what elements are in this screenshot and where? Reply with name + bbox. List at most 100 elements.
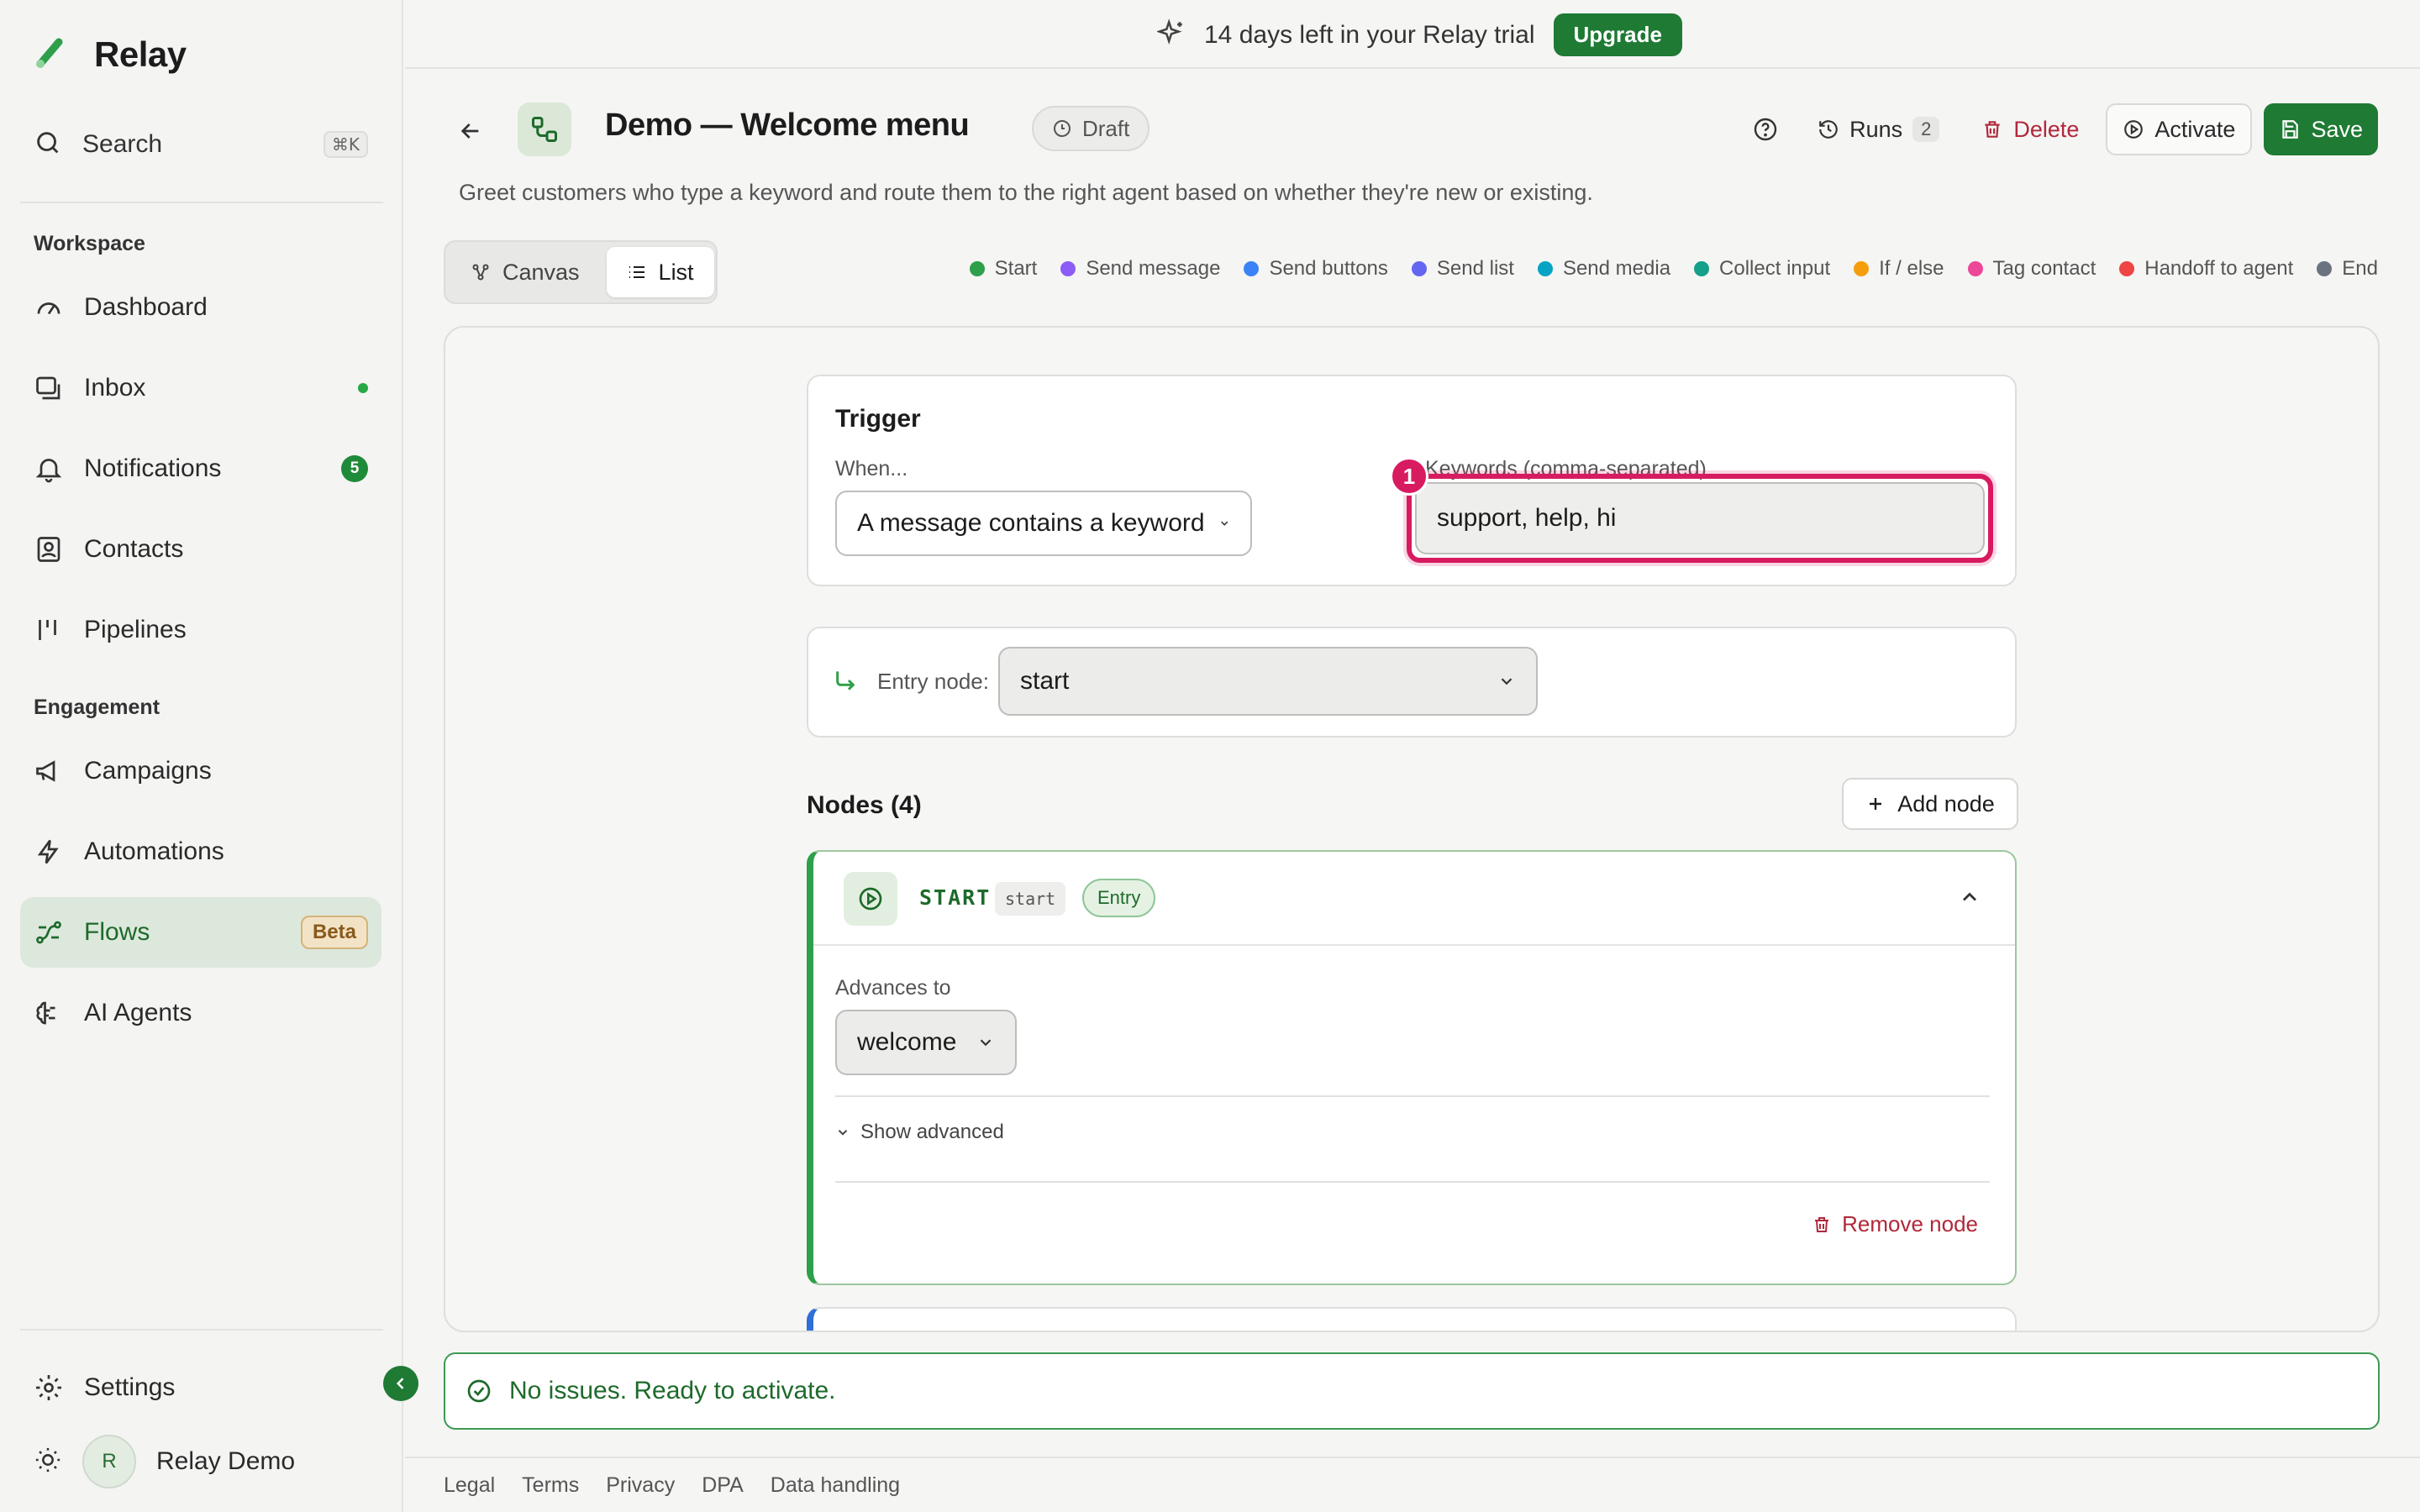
add-node-button[interactable]: Add node bbox=[1842, 778, 2018, 830]
node-card-start: START start Entry Advances to welcome Sh… bbox=[807, 850, 2017, 1285]
flow-description: Greet customers who type a keyword and r… bbox=[459, 180, 1593, 205]
sidebar-item-contacts[interactable]: Contacts bbox=[20, 514, 381, 585]
back-button[interactable] bbox=[454, 114, 487, 148]
divider bbox=[835, 1095, 1990, 1097]
sidebar-item-label: Settings bbox=[84, 1373, 176, 1401]
legend-item: Tag contact bbox=[1967, 257, 2096, 281]
legend-dot bbox=[1854, 261, 1870, 276]
legend-label: Start bbox=[994, 257, 1038, 280]
legend-label: Handoff to agent bbox=[2144, 257, 2294, 280]
chevron-left-icon bbox=[396, 1378, 404, 1389]
entry-node-label: Entry node: bbox=[877, 669, 989, 694]
tab-label: Canvas bbox=[502, 259, 580, 285]
trigger-when-select[interactable]: A message contains a keyword bbox=[835, 491, 1252, 556]
tab-list[interactable]: List bbox=[606, 247, 714, 297]
status-badge: Draft bbox=[1032, 106, 1150, 151]
node-type-legend: Start Send message Send buttons Send lis… bbox=[969, 257, 2378, 281]
bell-icon bbox=[35, 459, 62, 483]
node-header[interactable]: START start Entry bbox=[813, 852, 2015, 946]
sidebar-item-campaigns[interactable]: Campaigns bbox=[20, 736, 381, 806]
avatar: R bbox=[82, 1435, 136, 1488]
collapse-sidebar-button[interactable] bbox=[383, 1366, 418, 1401]
entry-node-card: Entry node: start bbox=[807, 627, 2017, 738]
legend-dot bbox=[1694, 261, 1710, 276]
runs-label: Runs bbox=[1849, 116, 1903, 142]
annotation-marker: 1 bbox=[1390, 457, 1428, 496]
gauge-icon bbox=[37, 302, 60, 315]
legend-label: Collect input bbox=[1719, 257, 1831, 280]
legend-label: Send list bbox=[1436, 257, 1514, 280]
node-id-badge: start bbox=[995, 882, 1066, 916]
runs-button[interactable]: Runs 2 bbox=[1802, 103, 1954, 155]
legend-item: Send list bbox=[1411, 257, 1514, 281]
legend-dot bbox=[1060, 261, 1076, 276]
footer-link-terms[interactable]: Terms bbox=[522, 1473, 579, 1498]
sun-icon[interactable] bbox=[34, 1446, 62, 1478]
graph-icon bbox=[472, 264, 489, 281]
sidebar-item-notifications[interactable]: Notifications 5 bbox=[20, 433, 381, 504]
sidebar-item-label: Pipelines bbox=[84, 616, 187, 643]
sidebar-item-automations[interactable]: Automations bbox=[20, 816, 381, 887]
bolt-icon bbox=[37, 839, 59, 864]
footer-link-privacy[interactable]: Privacy bbox=[606, 1473, 675, 1498]
tab-canvas[interactable]: Canvas bbox=[450, 247, 600, 297]
app: Relay Search ⌘K Workspace Dashboard Inbo… bbox=[0, 0, 2420, 1512]
search-icon bbox=[34, 129, 62, 161]
footer-link-legal[interactable]: Legal bbox=[444, 1473, 495, 1498]
user-menu[interactable]: R Relay Demo bbox=[34, 1435, 295, 1488]
advances-to-label: Advances to bbox=[835, 976, 951, 1000]
play-icon bbox=[844, 872, 897, 926]
legend-item: Collect input bbox=[1694, 257, 1830, 281]
corner-arrow-icon bbox=[832, 667, 859, 698]
brand[interactable]: Relay bbox=[34, 34, 187, 75]
footer-link-dpa[interactable]: DPA bbox=[702, 1473, 744, 1498]
save-button[interactable]: Save bbox=[2264, 103, 2378, 155]
flow-list-panel[interactable]: Trigger When... A message contains a key… bbox=[444, 326, 2380, 1332]
legend-dot bbox=[2317, 261, 2333, 276]
legend-item: Send media bbox=[1537, 257, 1671, 281]
sidebar-divider bbox=[20, 1329, 383, 1331]
save-label: Save bbox=[2311, 116, 2363, 142]
sidebar-item-settings[interactable]: Settings bbox=[20, 1352, 381, 1423]
trash-icon bbox=[1985, 121, 2001, 138]
sidebar-item-dashboard[interactable]: Dashboard bbox=[20, 272, 381, 343]
flow-glyph-icon bbox=[518, 102, 571, 156]
select-value: A message contains a keyword bbox=[857, 509, 1205, 537]
legend-label: Send message bbox=[1086, 257, 1221, 280]
legend-dot bbox=[1244, 261, 1260, 276]
sparkles-icon bbox=[1155, 18, 1186, 51]
footer: Legal Terms Privacy DPA Data handling bbox=[405, 1457, 2420, 1512]
legend-item: Start bbox=[969, 257, 1038, 281]
remove-node-button[interactable]: Remove node bbox=[1812, 1211, 1978, 1237]
node-card-next[interactable] bbox=[807, 1307, 2017, 1331]
relay-logo-icon bbox=[34, 34, 71, 75]
gear-icon bbox=[36, 1375, 61, 1400]
entry-node-select[interactable]: start bbox=[998, 647, 1538, 716]
sidebar-item-flows[interactable]: Flows Beta bbox=[20, 897, 381, 968]
chevron-up-icon[interactable] bbox=[1958, 885, 1981, 913]
legend-item: Send message bbox=[1060, 257, 1220, 281]
sidebar-search[interactable]: Search ⌘K bbox=[34, 123, 368, 166]
entry-badge: Entry bbox=[1082, 879, 1156, 917]
sidebar-item-inbox[interactable]: Inbox bbox=[20, 353, 381, 423]
search-shortcut: ⌘K bbox=[323, 131, 368, 158]
legend-item: End bbox=[2317, 257, 2378, 281]
sidebar-item-pipelines[interactable]: Pipelines bbox=[20, 595, 381, 665]
sidebar-item-label: Notifications bbox=[84, 454, 222, 482]
activate-label: Activate bbox=[2154, 116, 2236, 142]
footer-link-data-handling[interactable]: Data handling bbox=[771, 1473, 900, 1498]
help-button[interactable] bbox=[1740, 103, 1791, 155]
upgrade-button[interactable]: Upgrade bbox=[1553, 13, 1682, 56]
trigger-title: Trigger bbox=[835, 405, 921, 433]
advances-to-select[interactable]: welcome bbox=[835, 1010, 1017, 1075]
show-advanced-toggle[interactable]: Show advanced bbox=[835, 1121, 1004, 1144]
activate-button[interactable]: Activate bbox=[2106, 103, 2253, 155]
legend-dot bbox=[1967, 261, 1983, 276]
sidebar-item-ai-agents[interactable]: AI Agents bbox=[20, 978, 381, 1048]
delete-button[interactable]: Delete bbox=[1966, 103, 2094, 155]
keywords-input[interactable]: support, help, hi bbox=[1415, 482, 1985, 554]
legend-label: Send media bbox=[1562, 257, 1671, 280]
trial-text: 14 days left in your Relay trial bbox=[1204, 20, 1535, 49]
brand-name: Relay bbox=[94, 34, 187, 74]
sidebar: Relay Search ⌘K Workspace Dashboard Inbo… bbox=[0, 0, 403, 1512]
